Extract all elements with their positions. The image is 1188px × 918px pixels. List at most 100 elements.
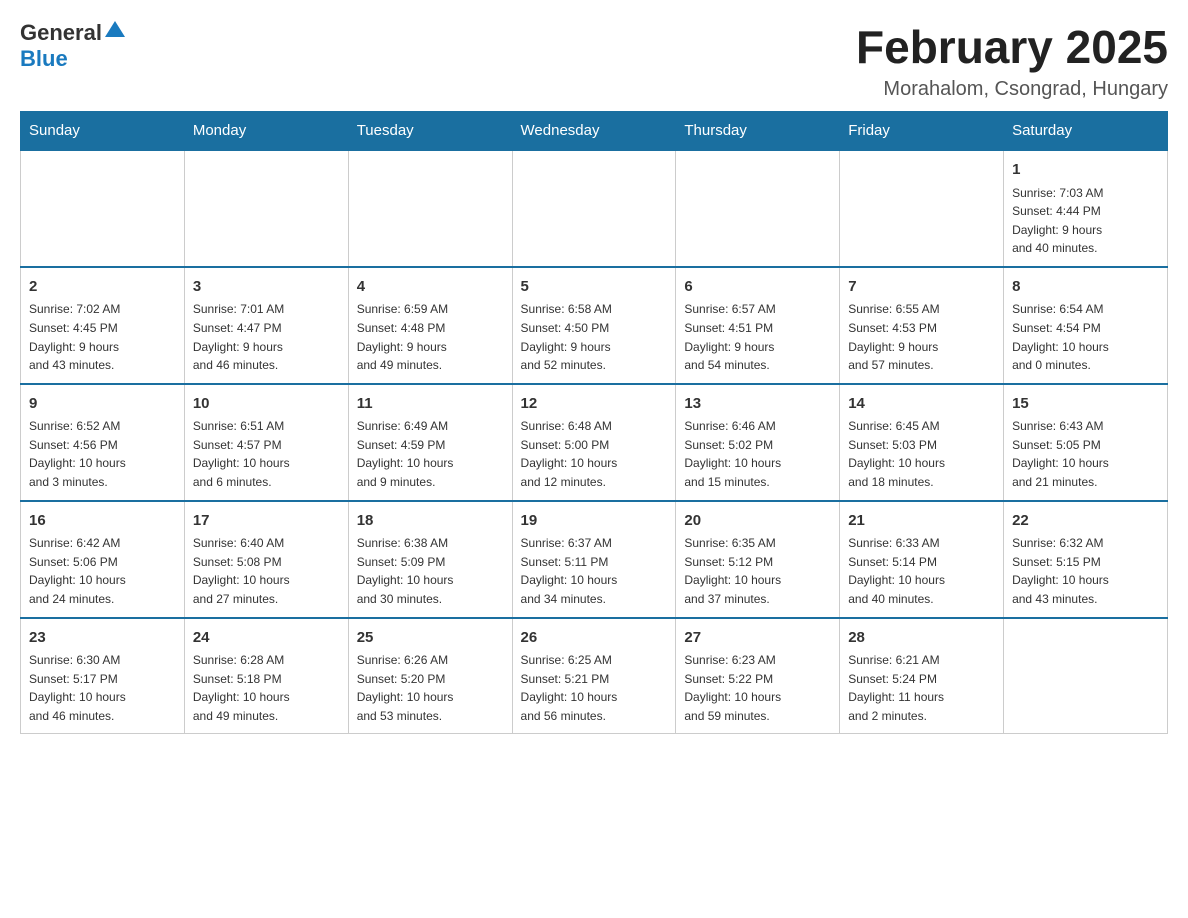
calendar-week-row: 2Sunrise: 7:02 AMSunset: 4:45 PMDaylight… [21, 267, 1168, 384]
location-subtitle: Morahalom, Csongrad, Hungary [856, 78, 1168, 101]
calendar-cell: 26Sunrise: 6:25 AMSunset: 5:21 PMDayligh… [512, 618, 676, 734]
day-info: Sunrise: 6:26 AMSunset: 5:20 PMDaylight:… [357, 651, 504, 725]
calendar-cell [676, 150, 840, 267]
day-number: 10 [193, 393, 340, 416]
day-info: Sunrise: 6:57 AMSunset: 4:51 PMDaylight:… [684, 300, 831, 374]
calendar-cell: 7Sunrise: 6:55 AMSunset: 4:53 PMDaylight… [840, 267, 1004, 384]
calendar-cell: 6Sunrise: 6:57 AMSunset: 4:51 PMDaylight… [676, 267, 840, 384]
calendar-cell: 1Sunrise: 7:03 AMSunset: 4:44 PMDaylight… [1004, 150, 1168, 267]
day-info: Sunrise: 6:58 AMSunset: 4:50 PMDaylight:… [521, 300, 668, 374]
day-info: Sunrise: 6:35 AMSunset: 5:12 PMDaylight:… [684, 534, 831, 608]
day-number: 25 [357, 627, 504, 650]
calendar-cell: 14Sunrise: 6:45 AMSunset: 5:03 PMDayligh… [840, 384, 1004, 501]
day-number: 12 [521, 393, 668, 416]
logo-blue-text: Blue [20, 46, 68, 71]
calendar-cell: 23Sunrise: 6:30 AMSunset: 5:17 PMDayligh… [21, 618, 185, 734]
day-number: 15 [1012, 393, 1159, 416]
calendar-cell: 19Sunrise: 6:37 AMSunset: 5:11 PMDayligh… [512, 501, 676, 618]
calendar-cell: 3Sunrise: 7:01 AMSunset: 4:47 PMDaylight… [184, 267, 348, 384]
day-number: 24 [193, 627, 340, 650]
day-info: Sunrise: 6:23 AMSunset: 5:22 PMDaylight:… [684, 651, 831, 725]
calendar-cell: 27Sunrise: 6:23 AMSunset: 5:22 PMDayligh… [676, 618, 840, 734]
calendar-cell: 22Sunrise: 6:32 AMSunset: 5:15 PMDayligh… [1004, 501, 1168, 618]
day-number: 4 [357, 276, 504, 299]
day-number: 13 [684, 393, 831, 416]
day-info: Sunrise: 7:01 AMSunset: 4:47 PMDaylight:… [193, 300, 340, 374]
calendar-cell: 4Sunrise: 6:59 AMSunset: 4:48 PMDaylight… [348, 267, 512, 384]
day-number: 2 [29, 276, 176, 299]
logo-triangle-icon [105, 21, 125, 37]
day-number: 5 [521, 276, 668, 299]
day-number: 11 [357, 393, 504, 416]
day-info: Sunrise: 6:40 AMSunset: 5:08 PMDaylight:… [193, 534, 340, 608]
calendar-cell: 8Sunrise: 6:54 AMSunset: 4:54 PMDaylight… [1004, 267, 1168, 384]
day-info: Sunrise: 6:46 AMSunset: 5:02 PMDaylight:… [684, 417, 831, 491]
calendar-week-row: 23Sunrise: 6:30 AMSunset: 5:17 PMDayligh… [21, 618, 1168, 734]
day-info: Sunrise: 6:59 AMSunset: 4:48 PMDaylight:… [357, 300, 504, 374]
weekday-header-wednesday: Wednesday [512, 112, 676, 151]
day-number: 16 [29, 510, 176, 533]
calendar-cell: 28Sunrise: 6:21 AMSunset: 5:24 PMDayligh… [840, 618, 1004, 734]
weekday-header-friday: Friday [840, 112, 1004, 151]
day-info: Sunrise: 6:48 AMSunset: 5:00 PMDaylight:… [521, 417, 668, 491]
weekday-header-sunday: Sunday [21, 112, 185, 151]
day-info: Sunrise: 6:55 AMSunset: 4:53 PMDaylight:… [848, 300, 995, 374]
calendar-week-row: 1Sunrise: 7:03 AMSunset: 4:44 PMDaylight… [21, 150, 1168, 267]
day-number: 23 [29, 627, 176, 650]
day-number: 27 [684, 627, 831, 650]
title-section: February 2025 Morahalom, Csongrad, Hunga… [856, 20, 1168, 101]
calendar-cell [184, 150, 348, 267]
calendar-cell [512, 150, 676, 267]
calendar-cell: 10Sunrise: 6:51 AMSunset: 4:57 PMDayligh… [184, 384, 348, 501]
logo: General Blue [20, 20, 125, 72]
day-number: 9 [29, 393, 176, 416]
day-number: 14 [848, 393, 995, 416]
day-info: Sunrise: 6:30 AMSunset: 5:17 PMDaylight:… [29, 651, 176, 725]
day-number: 3 [193, 276, 340, 299]
day-number: 21 [848, 510, 995, 533]
day-info: Sunrise: 6:33 AMSunset: 5:14 PMDaylight:… [848, 534, 995, 608]
day-info: Sunrise: 6:45 AMSunset: 5:03 PMDaylight:… [848, 417, 995, 491]
day-info: Sunrise: 6:25 AMSunset: 5:21 PMDaylight:… [521, 651, 668, 725]
calendar-cell: 20Sunrise: 6:35 AMSunset: 5:12 PMDayligh… [676, 501, 840, 618]
page-header: General Blue February 2025 Morahalom, Cs… [20, 20, 1168, 101]
calendar-cell: 17Sunrise: 6:40 AMSunset: 5:08 PMDayligh… [184, 501, 348, 618]
day-number: 8 [1012, 276, 1159, 299]
weekday-header-thursday: Thursday [676, 112, 840, 151]
day-info: Sunrise: 6:28 AMSunset: 5:18 PMDaylight:… [193, 651, 340, 725]
day-number: 20 [684, 510, 831, 533]
day-number: 18 [357, 510, 504, 533]
day-number: 19 [521, 510, 668, 533]
calendar-cell: 2Sunrise: 7:02 AMSunset: 4:45 PMDaylight… [21, 267, 185, 384]
day-info: Sunrise: 7:02 AMSunset: 4:45 PMDaylight:… [29, 300, 176, 374]
calendar-cell [21, 150, 185, 267]
calendar-cell: 16Sunrise: 6:42 AMSunset: 5:06 PMDayligh… [21, 501, 185, 618]
day-info: Sunrise: 6:42 AMSunset: 5:06 PMDaylight:… [29, 534, 176, 608]
day-number: 22 [1012, 510, 1159, 533]
calendar-cell: 25Sunrise: 6:26 AMSunset: 5:20 PMDayligh… [348, 618, 512, 734]
weekday-header-row: SundayMondayTuesdayWednesdayThursdayFrid… [21, 112, 1168, 151]
calendar-week-row: 9Sunrise: 6:52 AMSunset: 4:56 PMDaylight… [21, 384, 1168, 501]
calendar-table: SundayMondayTuesdayWednesdayThursdayFrid… [20, 111, 1168, 734]
calendar-cell: 12Sunrise: 6:48 AMSunset: 5:00 PMDayligh… [512, 384, 676, 501]
day-info: Sunrise: 6:51 AMSunset: 4:57 PMDaylight:… [193, 417, 340, 491]
weekday-header-monday: Monday [184, 112, 348, 151]
day-info: Sunrise: 6:49 AMSunset: 4:59 PMDaylight:… [357, 417, 504, 491]
day-number: 1 [1012, 159, 1159, 182]
calendar-cell: 24Sunrise: 6:28 AMSunset: 5:18 PMDayligh… [184, 618, 348, 734]
day-number: 17 [193, 510, 340, 533]
calendar-cell: 11Sunrise: 6:49 AMSunset: 4:59 PMDayligh… [348, 384, 512, 501]
calendar-cell: 5Sunrise: 6:58 AMSunset: 4:50 PMDaylight… [512, 267, 676, 384]
calendar-cell: 15Sunrise: 6:43 AMSunset: 5:05 PMDayligh… [1004, 384, 1168, 501]
logo-general-text: General [20, 20, 102, 46]
day-info: Sunrise: 6:54 AMSunset: 4:54 PMDaylight:… [1012, 300, 1159, 374]
day-number: 7 [848, 276, 995, 299]
calendar-cell [348, 150, 512, 267]
calendar-cell [1004, 618, 1168, 734]
day-number: 26 [521, 627, 668, 650]
day-info: Sunrise: 6:52 AMSunset: 4:56 PMDaylight:… [29, 417, 176, 491]
calendar-cell: 13Sunrise: 6:46 AMSunset: 5:02 PMDayligh… [676, 384, 840, 501]
day-number: 6 [684, 276, 831, 299]
calendar-cell [840, 150, 1004, 267]
day-info: Sunrise: 7:03 AMSunset: 4:44 PMDaylight:… [1012, 184, 1159, 258]
